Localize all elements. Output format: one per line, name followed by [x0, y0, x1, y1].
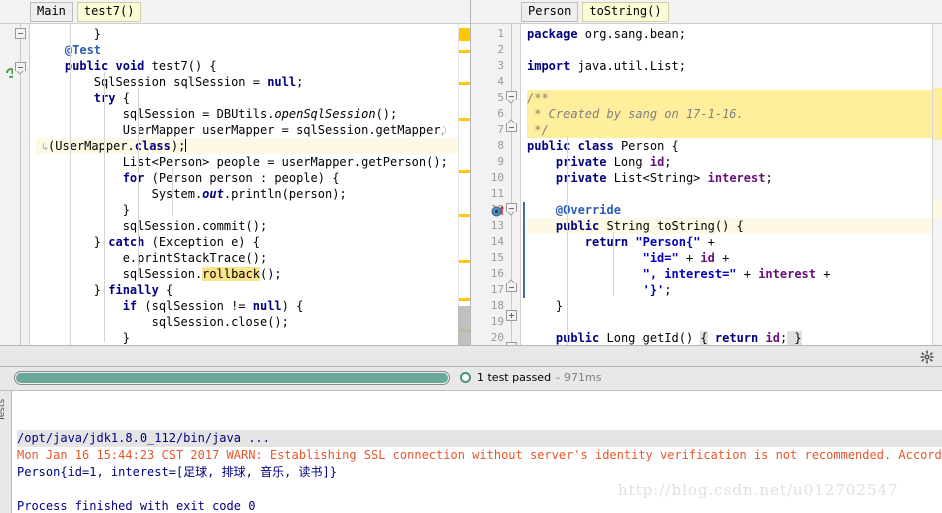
- test-status-area: 1 test passed – 971ms: [460, 371, 602, 384]
- breadcrumb-item-test7[interactable]: test7(): [76, 1, 142, 22]
- line-number: 14: [490, 235, 504, 248]
- test-progress-bar: [14, 371, 450, 385]
- test-status-label: 1 test passed: [477, 371, 552, 384]
- editor-split-area: Main test7()} @Test public void test7()…: [0, 0, 942, 352]
- fold-marker[interactable]: [15, 28, 26, 39]
- run-left-rail[interactable]: Tests: [0, 391, 12, 513]
- line-number: 9: [497, 155, 504, 168]
- line-number: 10: [490, 171, 504, 184]
- code-body-right: 123456789101112131415161718192023: [471, 24, 942, 352]
- code-body-left: } @Test public void test7() { SqlSession…: [0, 24, 470, 352]
- line-number: 3: [497, 59, 504, 72]
- line-number: 1: [497, 27, 504, 40]
- gutter-right[interactable]: 123456789101112131415161718192023: [471, 24, 521, 352]
- editor-pane-left: Main test7()} @Test public void test7()…: [0, 0, 471, 352]
- line-number: 5: [497, 91, 504, 104]
- run-tool-window: 1 test passed – 971ms Tests /opt/java/jd…: [0, 367, 942, 513]
- tool-window-separator: [0, 345, 942, 367]
- line-number: 11: [490, 187, 504, 200]
- gutter-left[interactable]: [0, 24, 30, 352]
- fold-marker-method[interactable]: [15, 62, 26, 71]
- fold-marker-getters-collapsed[interactable]: [506, 310, 517, 321]
- breadcrumb-right: Person toString(): [471, 0, 942, 24]
- fold-marker-javadoc[interactable]: [506, 91, 517, 100]
- error-stripe-left[interactable]: [458, 24, 470, 352]
- line-number: 4: [497, 75, 504, 88]
- editor-pane-right: Person toString() 1234567891011121314151…: [471, 0, 942, 352]
- line-number: 13: [490, 219, 504, 232]
- test-progress-fill: [16, 373, 448, 383]
- console-line: Mon Jan 16 15:44:23 CST 2017 WARN: Estab…: [17, 448, 942, 462]
- idea-window: Main test7()} @Test public void test7()…: [0, 0, 942, 513]
- code-scroll-left[interactable]: } @Test public void test7() { SqlSession…: [30, 24, 470, 352]
- line-number: 17: [490, 283, 504, 296]
- test-duration-label: – 971ms: [555, 371, 602, 384]
- console-line: /opt/java/jdk1.8.0_112/bin/java ...: [17, 430, 942, 447]
- breadcrumb-left: Main test7(): [0, 0, 470, 24]
- line-number: 20: [490, 331, 504, 344]
- console-line: Process finished with exit code 0: [17, 499, 256, 513]
- run-header: 1 test passed – 971ms: [0, 367, 942, 391]
- breadcrumb-item-person[interactable]: Person: [521, 1, 579, 22]
- fold-marker-javadoc-end[interactable]: [506, 123, 517, 132]
- breadcrumb-item-main[interactable]: Main: [30, 1, 73, 22]
- line-number: 8: [497, 139, 504, 152]
- console-line: Person{id=1, interest=[足球, 排球, 音乐, 读书]}: [17, 465, 337, 479]
- fold-marker-tostring-end[interactable]: [506, 283, 517, 292]
- line-number: 7: [497, 123, 504, 136]
- line-number: 16: [490, 267, 504, 280]
- breadcrumb-item-tostring[interactable]: toString(): [582, 1, 669, 22]
- line-number-column: 123456789101112131415161718192023: [491, 24, 504, 352]
- console-output[interactable]: /opt/java/jdk1.8.0_112/bin/java ... Mon J…: [13, 391, 942, 513]
- test-passed-icon: [460, 372, 471, 383]
- line-number: 15: [490, 251, 504, 264]
- code-text-left[interactable]: } @Test public void test7() { SqlSession…: [30, 24, 470, 352]
- line-number: 19: [490, 315, 504, 328]
- line-number: 6: [497, 107, 504, 120]
- line-number: 2: [497, 43, 504, 56]
- gear-icon[interactable]: [920, 350, 934, 364]
- line-number: 18: [490, 299, 504, 312]
- fold-marker-tostring[interactable]: [506, 203, 517, 212]
- fold-column-left[interactable]: [13, 24, 29, 352]
- code-text-right[interactable]: package org.sang.bean; import java.util.L…: [521, 24, 942, 352]
- code-scroll-right[interactable]: package org.sang.bean; import java.util.L…: [521, 24, 942, 352]
- tests-rail-label[interactable]: Tests: [0, 399, 7, 421]
- fold-column-right[interactable]: [504, 24, 520, 352]
- error-stripe-right[interactable]: [932, 24, 942, 352]
